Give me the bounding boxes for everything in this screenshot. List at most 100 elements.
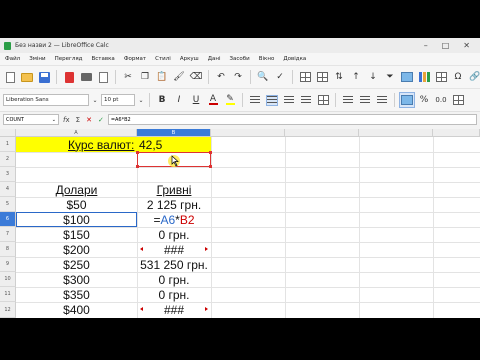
cell-b4[interactable]: Гривні	[137, 182, 211, 197]
row-header-1[interactable]: 1	[0, 137, 16, 152]
row-header-12[interactable]: 12	[0, 302, 16, 318]
cell-a7[interactable]: $150	[16, 227, 137, 242]
menu-window[interactable]: Вікно	[259, 56, 275, 62]
row-header-10[interactable]: 10	[0, 272, 16, 287]
new-document-button[interactable]	[3, 70, 17, 84]
align-center-button[interactable]	[265, 93, 279, 107]
row-header-7[interactable]: 7	[0, 227, 16, 242]
open-button[interactable]	[20, 70, 34, 84]
redo-button[interactable]: ↷	[231, 70, 245, 84]
menu-format[interactable]: Формат	[124, 56, 146, 62]
cut-button[interactable]: ✂	[121, 70, 135, 84]
cell-b12[interactable]: ###	[137, 302, 211, 317]
spelling-button[interactable]: ✓	[273, 70, 287, 84]
clone-formatting-button[interactable]: 🖌	[172, 70, 186, 84]
cell-b11[interactable]: 0 грн.	[137, 287, 211, 302]
select-all-corner[interactable]	[0, 129, 16, 137]
spreadsheet-grid[interactable]: A B 1 2 3 4 5 6 7 8 9 10 11 12 Курс валю…	[0, 129, 480, 318]
export-pdf-button[interactable]	[62, 70, 76, 84]
pivot-table-button[interactable]	[434, 70, 448, 84]
row-header-2[interactable]: 2	[0, 152, 16, 167]
row-header-3[interactable]: 3	[0, 167, 16, 182]
column-header-a[interactable]: A	[16, 129, 137, 137]
row-header-5[interactable]: 5	[0, 197, 16, 212]
sort-button[interactable]: ⇅	[332, 70, 346, 84]
cell-a5[interactable]: $50	[16, 197, 137, 212]
cancel-icon[interactable]: ✕	[86, 116, 92, 124]
cell-a6[interactable]: $100	[16, 212, 137, 227]
column-button[interactable]	[315, 70, 329, 84]
hyperlink-button[interactable]: 🔗	[468, 70, 480, 84]
menu-view[interactable]: Перегляд	[55, 56, 83, 62]
column-header-d[interactable]	[285, 129, 359, 137]
name-box[interactable]: COUNT ⌄	[3, 114, 59, 125]
name-box-dropdown-icon[interactable]: ⌄	[52, 117, 56, 123]
cell-b7[interactable]: 0 грн.	[137, 227, 211, 242]
reference-handle[interactable]	[209, 151, 212, 154]
font-color-button[interactable]: A	[206, 93, 220, 107]
copy-button[interactable]: ❐	[138, 70, 152, 84]
align-right-button[interactable]	[282, 93, 296, 107]
cell-b10[interactable]: 0 грн.	[137, 272, 211, 287]
underline-button[interactable]: U	[189, 93, 203, 107]
cell-a1[interactable]: Курс валют:	[68, 137, 134, 152]
row-header-6[interactable]: 6	[0, 212, 16, 227]
menu-data[interactable]: Дані	[208, 56, 221, 62]
cell-b9[interactable]: 531 250 грн.	[137, 257, 211, 272]
cell-b6-editing[interactable]: = A6 * B2	[137, 212, 211, 227]
format-as-currency-button[interactable]	[399, 92, 415, 108]
font-name-dropdown-icon[interactable]: ⌄	[92, 93, 98, 107]
cell-a4[interactable]: Долари	[16, 182, 137, 197]
column-header-e[interactable]	[359, 129, 433, 137]
clear-formatting-button[interactable]: ⌫	[189, 70, 203, 84]
special-character-button[interactable]: Ω	[451, 70, 465, 84]
row-button[interactable]	[298, 70, 312, 84]
align-left-button[interactable]	[248, 93, 262, 107]
cell-a11[interactable]: $350	[16, 287, 137, 302]
font-name-box[interactable]: Liberation Sans	[3, 94, 89, 106]
wrap-text-button[interactable]	[299, 93, 313, 107]
font-size-box[interactable]: 10 pt	[101, 94, 135, 106]
menu-help[interactable]: Довідка	[283, 56, 306, 62]
format-as-date-button[interactable]	[451, 93, 465, 107]
font-size-dropdown-icon[interactable]: ⌄	[138, 93, 144, 107]
format-as-percent-button[interactable]: %	[417, 93, 431, 107]
align-bottom-button[interactable]	[375, 93, 389, 107]
cell-a9[interactable]: $250	[16, 257, 137, 272]
highlight-color-button[interactable]: ✎	[223, 93, 237, 107]
menu-sheet[interactable]: Аркуш	[180, 56, 199, 62]
merge-cells-button[interactable]	[316, 93, 330, 107]
row-header-11[interactable]: 11	[0, 287, 16, 302]
accept-icon[interactable]: ✓	[98, 116, 104, 124]
column-header-f[interactable]	[433, 129, 480, 137]
sort-descending-button[interactable]: ↓	[366, 70, 380, 84]
find-replace-button[interactable]: 🔍	[256, 70, 270, 84]
cell-b1[interactable]: 42,5	[139, 137, 162, 152]
cell-a10[interactable]: $300	[16, 272, 137, 287]
align-top-button[interactable]	[341, 93, 355, 107]
sort-ascending-button[interactable]: ↑	[349, 70, 363, 84]
formula-input[interactable]: =A6*B2	[107, 114, 477, 125]
menu-file[interactable]: Файл	[5, 56, 20, 62]
row-header-9[interactable]: 9	[0, 257, 16, 272]
insert-image-button[interactable]	[400, 70, 414, 84]
function-wizard-icon[interactable]: fx	[63, 116, 70, 124]
cell-b8[interactable]: ###	[137, 242, 211, 257]
minimize-icon[interactable]: –	[424, 41, 428, 50]
row-header-8[interactable]: 8	[0, 242, 16, 257]
undo-button[interactable]: ↶	[214, 70, 228, 84]
italic-button[interactable]: I	[172, 93, 186, 107]
sum-icon[interactable]: Σ	[76, 116, 80, 124]
align-middle-button[interactable]	[358, 93, 372, 107]
save-button[interactable]	[37, 70, 51, 84]
paste-button[interactable]: 📋	[155, 70, 169, 84]
autofilter-button[interactable]: ⏷	[383, 70, 397, 84]
reference-handle[interactable]	[136, 151, 139, 154]
bold-button[interactable]: B	[155, 93, 169, 107]
column-header-b[interactable]: B	[137, 129, 211, 137]
print-button[interactable]	[79, 70, 93, 84]
insert-chart-button[interactable]	[417, 70, 431, 84]
menu-insert[interactable]: Вставка	[92, 56, 115, 62]
row-header-4[interactable]: 4	[0, 182, 16, 197]
menu-styles[interactable]: Стилі	[155, 56, 171, 62]
